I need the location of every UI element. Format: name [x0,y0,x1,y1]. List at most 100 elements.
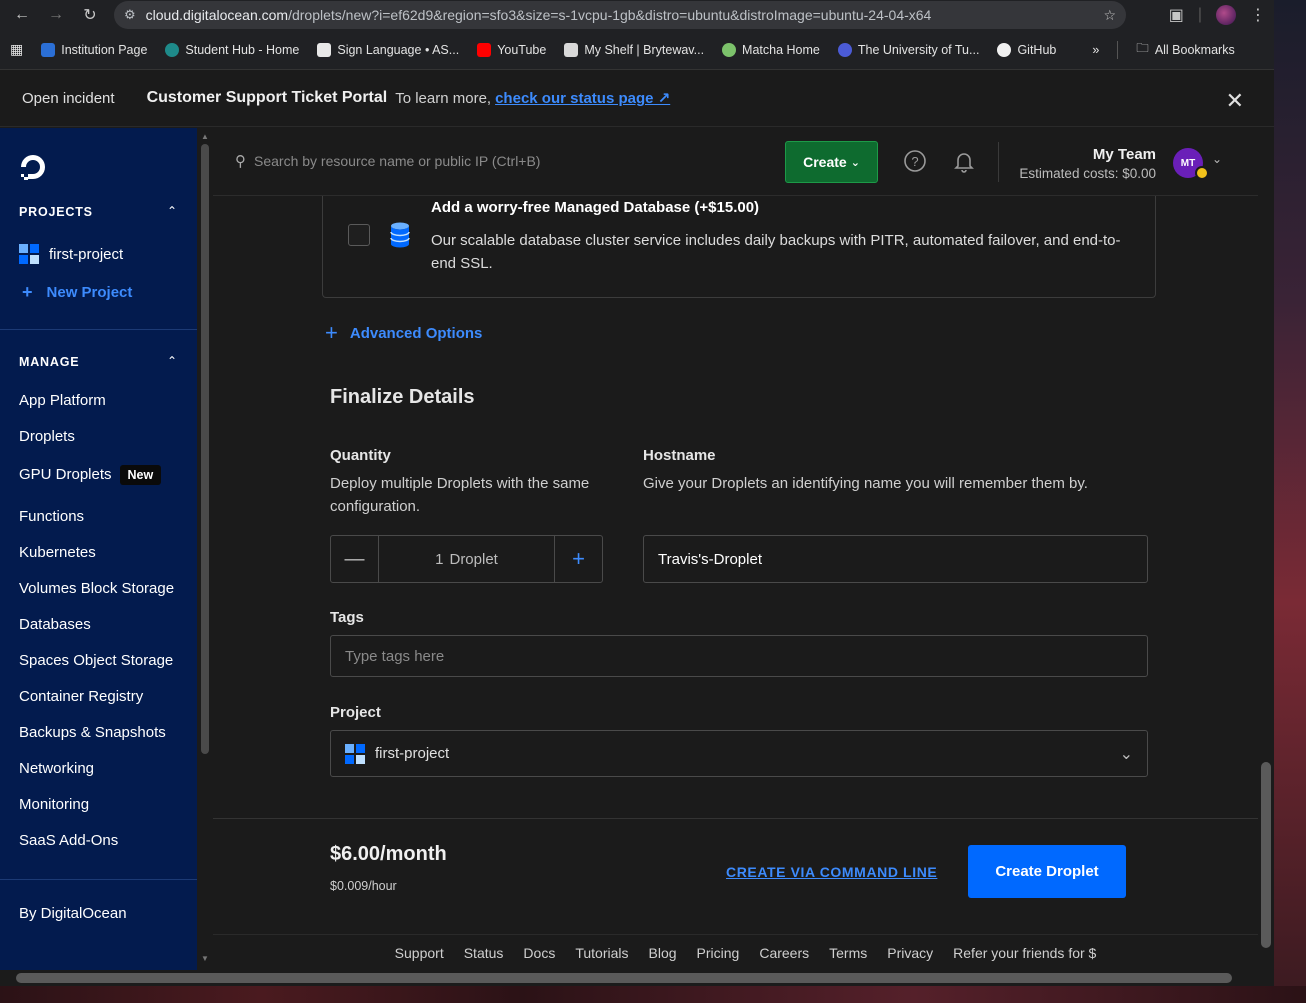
create-button[interactable]: Create ⌄ [785,141,878,183]
footer-link-tutorials[interactable]: Tutorials [575,945,628,961]
scroll-down-icon[interactable]: ▼ [201,954,209,963]
database-checkbox[interactable] [348,224,370,246]
page-scrollbar[interactable] [1258,128,1274,970]
site-info-icon[interactable]: ⚙ [124,7,136,23]
sidebar-item-app-platform[interactable]: App Platform [19,392,106,409]
status-page-link[interactable]: check our status page ↗ [495,89,670,107]
manage-section-title: MANAGE [19,355,80,369]
sidebar-item-networking[interactable]: Networking [19,760,94,777]
create-droplet-button[interactable]: Create Droplet [968,845,1126,898]
bookmark-github[interactable]: GitHub [997,42,1056,57]
sidebar-item-droplets[interactable]: Droplets [19,428,75,445]
bookmark-university[interactable]: The University of Tu... [837,42,979,57]
help-icon[interactable]: ? [903,149,927,173]
chevron-down-icon: ⌄ [1119,745,1133,763]
managed-database-card: Add a worry-free Managed Database (+$15.… [322,184,1156,298]
footer-link-docs[interactable]: Docs [523,945,555,961]
sidebar-item-kubernetes[interactable]: Kubernetes [19,544,96,561]
project-icon [345,743,365,764]
project-label: Project [330,704,381,721]
search-icon: ⚲ [235,153,246,170]
database-title: Add a worry-free Managed Database (+$15.… [431,199,760,216]
footer-link-referral[interactable]: Refer your friends for $ [953,945,1096,961]
sidebar-item-by-digitalocean[interactable]: By DigitalOcean [19,905,127,922]
quantity-label: Quantity [330,447,391,464]
topbar-divider [998,142,999,182]
footer-link-blog[interactable]: Blog [649,945,677,961]
sidebar-item-spaces[interactable]: Spaces Object Storage [19,652,173,669]
sidebar-item-gpu-droplets[interactable]: GPU Droplets New [19,465,162,485]
digitalocean-logo-icon[interactable] [18,152,48,182]
toolbar-right: ▣ | ⋮ [1169,5,1266,25]
open-incident-label: Open incident [22,89,115,107]
team-info[interactable]: My Team Estimated costs: $0.00 [1019,146,1156,181]
apps-grid-icon[interactable]: ▦ [10,41,23,58]
create-via-cli-link[interactable]: CREATE VIA COMMAND LINE [726,864,937,880]
bookmark-student-hub[interactable]: Student Hub - Home [165,42,299,57]
status-badge [1195,166,1209,180]
all-bookmarks[interactable]: 🗀 All Bookmarks [1136,39,1234,60]
reload-icon[interactable]: ↻ [76,1,104,29]
footer-link-terms[interactable]: Terms [829,945,867,961]
bookmark-youtube[interactable]: YouTube [477,42,546,57]
sidebar-item-saas-addons[interactable]: SaaS Add-Ons [19,832,118,849]
chevron-up-icon[interactable]: ⌃ [167,354,177,368]
projects-section-title: PROJECTS [19,205,93,219]
hostname-field[interactable]: Travis's-Droplet [643,535,1148,583]
bookmark-matcha-home[interactable]: Matcha Home [722,42,820,57]
footer-link-privacy[interactable]: Privacy [887,945,933,961]
sidebar-scrollbar-thumb[interactable] [201,144,209,754]
horizontal-scrollbar[interactable] [0,970,1258,986]
minus-icon[interactable]: — [331,536,379,582]
sidebar-item-volumes[interactable]: Volumes Block Storage [19,580,174,597]
project-select[interactable]: first-project ⌄ [330,730,1148,777]
advanced-options-button[interactable]: + Advanced Options [325,320,482,346]
bookmark-star-icon[interactable]: ☆ [1103,7,1116,24]
database-description: Our scalable database cluster service in… [431,232,1121,272]
sidebar-scrollbar[interactable]: ▲ ▼ [197,128,213,970]
bookmark-sign-language[interactable]: Sign Language • AS... [317,42,459,57]
sidebar: PROJECTS ⌃ first-project + New Project M… [0,128,197,970]
sidebar-item-backups[interactable]: Backups & Snapshots [19,724,166,741]
sidebar-item-monitoring[interactable]: Monitoring [19,796,89,813]
scroll-up-icon[interactable]: ▲ [201,132,209,141]
sidebar-item-databases[interactable]: Databases [19,616,91,633]
hostname-label: Hostname [643,447,716,464]
folder-icon: 🗀 [1136,41,1149,55]
forward-icon[interactable]: → [42,1,70,29]
extensions-icon[interactable]: ▣ [1169,5,1184,25]
back-icon[interactable]: ← [8,1,36,29]
search-input[interactable]: ⚲ Search by resource name or public IP (… [235,152,540,170]
desktop-wallpaper [1274,0,1306,1003]
more-bookmarks-icon[interactable]: » [1092,43,1099,57]
url-field[interactable]: ⚙ cloud.digitalocean.com/droplets/new?i=… [114,1,1126,29]
profile-avatar[interactable] [1216,5,1236,25]
quantity-value[interactable]: 1 Droplet [379,536,554,582]
bookmark-my-shelf[interactable]: My Shelf | Brytewav... [564,42,704,57]
footer-link-status[interactable]: Status [464,945,504,961]
estimated-costs: Estimated costs: $0.00 [1019,166,1156,181]
footer-link-support[interactable]: Support [395,945,444,961]
chevron-down-icon[interactable]: ⌄ [1212,152,1222,166]
address-bar-row: ← → ↻ ⚙ cloud.digitalocean.com/droplets/… [0,0,1274,30]
page-scrollbar-thumb[interactable] [1261,762,1271,948]
plus-icon[interactable]: + [554,536,602,582]
monthly-price: $6.00/month [330,843,447,865]
bell-icon[interactable] [952,149,976,173]
quantity-stepper: — 1 Droplet + [330,535,603,583]
sidebar-item-functions[interactable]: Functions [19,508,84,525]
horizontal-scrollbar-thumb[interactable] [16,973,1232,983]
menu-kebab-icon[interactable]: ⋮ [1250,5,1266,25]
chevron-up-icon[interactable]: ⌃ [167,204,177,218]
bookmark-institution-page[interactable]: Institution Page [41,42,147,57]
footer-link-pricing[interactable]: Pricing [697,945,740,961]
svg-text:?: ? [911,154,918,169]
sidebar-item-container-registry[interactable]: Container Registry [19,688,143,705]
tags-input[interactable]: Type tags here [330,635,1148,677]
top-bar: ⚲ Search by resource name or public IP (… [213,128,1258,196]
close-icon[interactable]: ✕ [1226,88,1244,114]
learn-more-text: To learn more, [395,89,492,107]
new-project-button[interactable]: + New Project [22,282,132,303]
sidebar-item-first-project[interactable]: first-project [19,244,123,264]
footer-link-careers[interactable]: Careers [759,945,809,961]
